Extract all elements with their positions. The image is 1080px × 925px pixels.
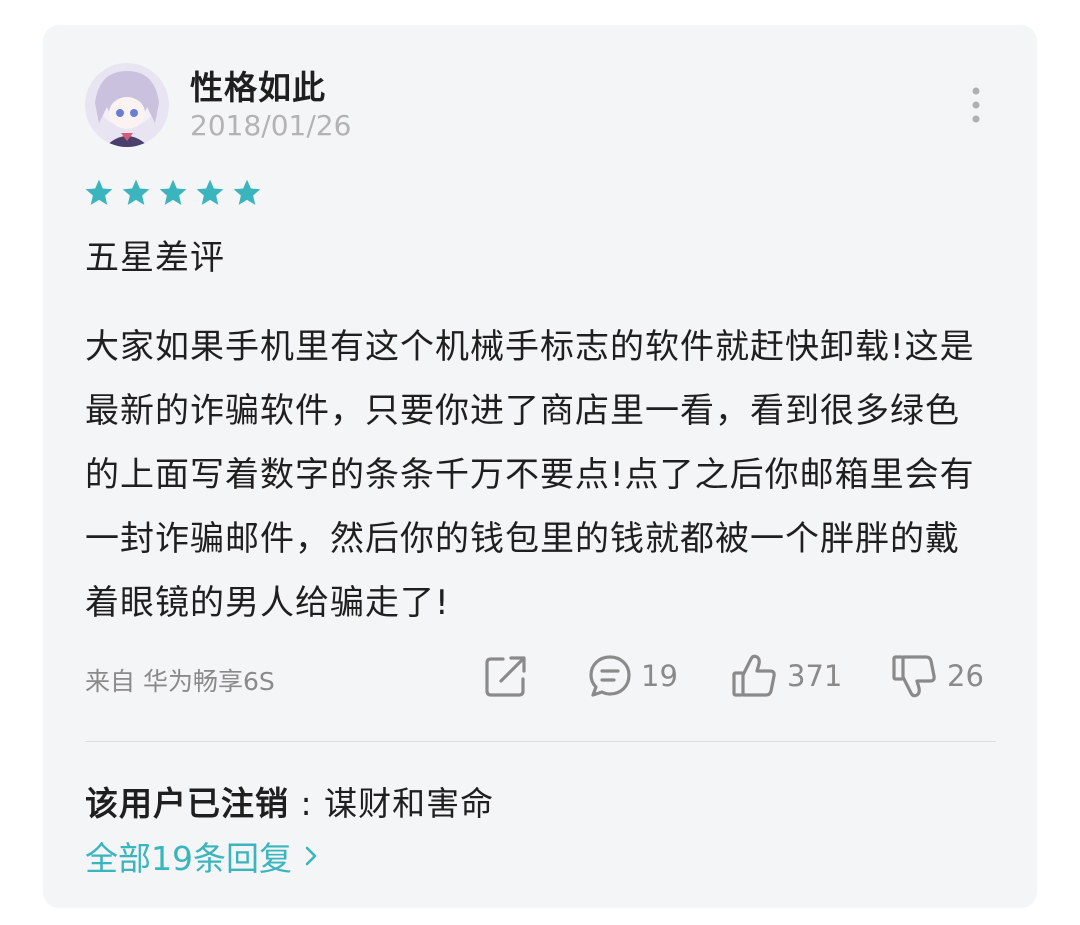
- share-button[interactable]: [483, 653, 529, 699]
- comment-icon: [589, 655, 631, 697]
- star-icon: [85, 179, 113, 205]
- review-title: 五星差评: [85, 238, 225, 278]
- reply-item[interactable]: 该用户已注销 : 谋财和害命: [85, 777, 494, 825]
- chevron-right-icon: [305, 846, 317, 866]
- more-vertical-icon: [972, 87, 980, 123]
- share-icon: [485, 656, 526, 697]
- star-icon: [196, 179, 224, 205]
- star-icon: [122, 179, 150, 205]
- reply-username: 该用户已注销: [85, 784, 289, 823]
- dislike-button[interactable]: 26: [891, 653, 984, 699]
- like-button[interactable]: 371: [731, 653, 842, 699]
- star-rating: [83, 177, 263, 209]
- review-body: 大家如果手机里有这个机械手标志的软件就赶快卸载!这是最新的诈骗软件，只要你进了商…: [85, 327, 975, 623]
- review-date: 2018/01/26: [190, 109, 352, 142]
- like-count: 371: [787, 659, 843, 693]
- star-icon: [159, 179, 187, 205]
- avatar[interactable]: [85, 63, 169, 147]
- more-options-button[interactable]: [958, 85, 994, 125]
- review-card: 性格如此 2018/01/26 五星差评 大家如果手机里有这个机械手标志的软件就…: [43, 25, 1037, 908]
- dislike-count: 26: [947, 659, 984, 693]
- all-replies-link[interactable]: 全部19条回复: [85, 832, 318, 880]
- reply-text: 谋财和害命: [324, 784, 495, 823]
- comment-button[interactable]: 19: [587, 653, 678, 699]
- comment-count: 19: [641, 659, 678, 693]
- device-source: 来自 华为畅享6S: [85, 667, 275, 696]
- divider: [85, 741, 996, 742]
- username[interactable]: 性格如此: [190, 61, 326, 109]
- thumbs-up-icon: [732, 654, 776, 697]
- thumbs-down-icon: [892, 655, 936, 698]
- all-replies-label: 全部19条回复: [85, 839, 292, 878]
- reply-separator: :: [289, 784, 325, 823]
- star-icon: [233, 179, 261, 205]
